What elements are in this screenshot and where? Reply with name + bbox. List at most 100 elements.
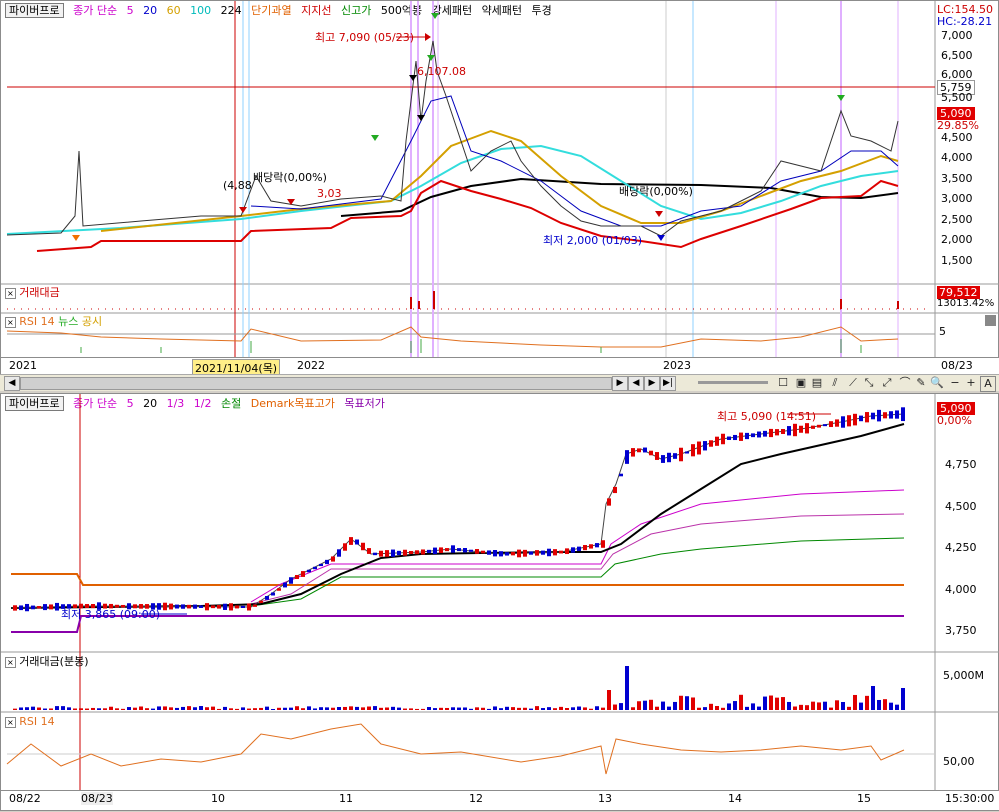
news-label[interactable]: 뉴스 xyxy=(58,315,78,328)
volume-legend[interactable]: × 거래대금 xyxy=(5,286,60,301)
volume-bar xyxy=(523,707,527,710)
volume-bar xyxy=(817,702,821,710)
candle xyxy=(673,453,677,459)
candle xyxy=(355,539,359,545)
chart-type-icon[interactable]: ⌒ xyxy=(898,376,912,390)
minute-volume-legend[interactable]: × 거래대금(분봉) xyxy=(5,655,89,670)
minute-price-axis[interactable]: 5,090 0,00% 4,750 4,500 4,250 4,000 3,75… xyxy=(937,394,999,652)
volume-bar xyxy=(673,701,677,710)
chart-type-icon[interactable]: ⤢ xyxy=(880,376,894,390)
axis-tick: 6,500 xyxy=(941,49,973,62)
scroll-end-icon[interactable]: ▶| xyxy=(660,376,676,391)
rsi-legend[interactable]: × RSI 14 뉴스 공시 xyxy=(5,315,102,330)
candle xyxy=(793,423,797,437)
volume-bar xyxy=(151,708,155,710)
volume-bar xyxy=(181,706,185,710)
candle xyxy=(511,551,515,556)
minute-rsi-legend[interactable]: × RSI 14 xyxy=(5,715,55,730)
volume-bar xyxy=(205,707,209,710)
rsi-label[interactable]: RSI 14 xyxy=(19,315,54,328)
candle xyxy=(535,550,539,556)
scroll-right-icon[interactable]: ▶ xyxy=(644,376,660,391)
chart-toggle-icon[interactable]: ▣ xyxy=(794,376,808,390)
candle xyxy=(43,604,47,611)
candle xyxy=(655,452,659,460)
volume-bar xyxy=(835,700,839,710)
daily-date-axis[interactable]: 2021 2021/11/04(목) 2022 2023 08/23 xyxy=(1,357,999,377)
candle xyxy=(739,432,743,441)
chart-type-icon[interactable]: ✎ xyxy=(914,376,928,390)
candle xyxy=(277,588,281,591)
auto-icon[interactable]: A xyxy=(980,376,996,392)
checkbox-icon[interactable]: ☐ xyxy=(776,376,790,390)
volume-bar xyxy=(235,708,239,710)
candle xyxy=(703,441,707,451)
candle xyxy=(541,550,545,555)
disclosure-label[interactable]: 공시 xyxy=(82,315,102,328)
volume-bar xyxy=(499,708,503,710)
volume-bar xyxy=(289,707,293,710)
volume-bar xyxy=(769,695,773,710)
candle xyxy=(883,412,887,419)
volume-bar xyxy=(895,704,899,710)
dividend-annotation-1: 배당락(0,00%) xyxy=(253,171,327,184)
candle xyxy=(643,447,647,453)
price-annotation-1: (4,88 xyxy=(223,179,252,192)
volume-bar xyxy=(715,705,719,710)
candle xyxy=(217,605,221,609)
candle xyxy=(181,604,185,609)
volume-bar xyxy=(91,707,95,710)
volume-bar xyxy=(253,708,257,710)
plus-icon[interactable]: + xyxy=(964,376,978,390)
search-icon[interactable]: 🔍 xyxy=(930,376,944,390)
scroll-right-arrow-icon[interactable]: ▶ xyxy=(612,376,628,391)
minute-price-chart[interactable] xyxy=(1,394,999,812)
volume-close-icon[interactable]: × xyxy=(5,288,16,299)
volume-close-icon[interactable]: × xyxy=(5,657,16,668)
scroll-left-icon[interactable]: ◀ xyxy=(628,376,644,391)
chart-toggle-icon[interactable]: ▤ xyxy=(810,376,824,390)
minute-date-axis[interactable]: 08/22 08/23 10 11 12 13 14 15 15:30:00 xyxy=(1,790,999,810)
chart-type-icon[interactable]: ⤡ xyxy=(862,376,876,390)
minute-chart-pane[interactable]: 파이버프로 종가 단순 5 20 1/3 1/2 손절 Demark목표고가 목… xyxy=(0,393,999,811)
minute-volume-label[interactable]: 거래대금(분봉) xyxy=(19,655,88,668)
chart-type-icon[interactable]: ⟋ xyxy=(846,376,860,390)
candle xyxy=(475,549,479,554)
volume-bar xyxy=(463,707,467,710)
candle xyxy=(295,574,299,580)
zoom-slider[interactable] xyxy=(698,381,768,384)
date-tick: 2023 xyxy=(663,359,691,372)
rsi-close-button[interactable] xyxy=(985,315,996,326)
volume-bar xyxy=(577,706,581,710)
volume-bar xyxy=(757,706,761,710)
volume-bar xyxy=(103,708,107,710)
volume-bar xyxy=(373,706,377,710)
minute-rsi-label[interactable]: RSI 14 xyxy=(19,715,54,728)
daily-price-chart[interactable] xyxy=(1,1,999,376)
volume-bar xyxy=(445,707,449,710)
scroll-left-icon[interactable]: ◀ xyxy=(4,376,20,391)
chart-type-icon[interactable]: ⫽ xyxy=(828,376,842,390)
daily-chart-pane[interactable]: 파이버프로 종가 단순 5 20 60 100 224 단기과열 지지선 신고가… xyxy=(0,0,999,377)
volume-bar xyxy=(427,707,431,710)
rsi-close-icon[interactable]: × xyxy=(5,317,16,328)
candle xyxy=(19,605,23,611)
volume-label[interactable]: 거래대금 xyxy=(19,286,59,299)
candle xyxy=(415,550,419,555)
volume-bar xyxy=(133,707,137,710)
candle xyxy=(733,434,737,441)
daily-price-axis[interactable]: LC:154.50 HC:-28.21 7,000 6,500 6,000 5,… xyxy=(937,1,999,284)
candle xyxy=(799,425,803,433)
axis-tick: 4,500 xyxy=(945,500,977,513)
candle xyxy=(661,455,665,463)
candle xyxy=(583,545,587,551)
scrollbar-thumb[interactable] xyxy=(20,377,612,390)
candle xyxy=(451,545,455,553)
high-annotation-2: 6,107.08 xyxy=(417,65,466,78)
rsi-close-icon[interactable]: × xyxy=(5,717,16,728)
minus-icon[interactable]: − xyxy=(948,376,962,390)
volume-bar xyxy=(847,706,851,710)
candle xyxy=(829,421,833,428)
candle xyxy=(361,542,365,551)
hc-label: HC:-28.21 xyxy=(937,15,993,28)
